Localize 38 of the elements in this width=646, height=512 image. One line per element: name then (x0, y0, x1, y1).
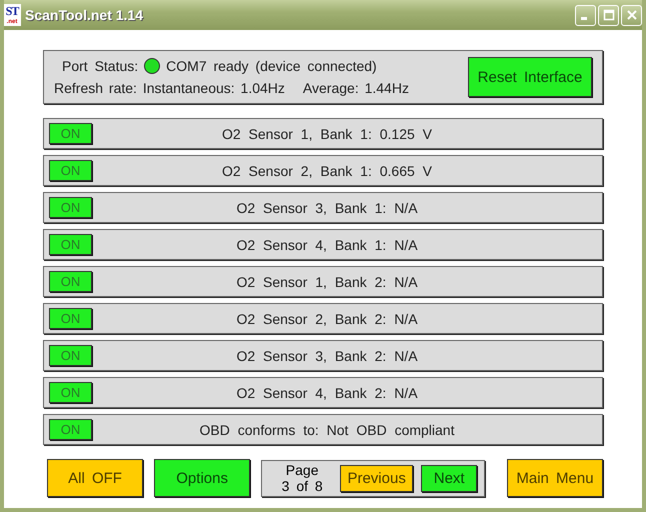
minimize-icon (580, 16, 586, 20)
close-button[interactable] (621, 4, 642, 26)
sensor-reading: O2 Sensor 1, Bank 1: 0.125 V (220, 126, 433, 142)
toggle-button[interactable]: ON (49, 160, 92, 181)
all-off-button[interactable]: All OFF (47, 459, 144, 497)
window-title: ScanTool.net 1.14 (25, 7, 144, 23)
maximize-icon (602, 9, 614, 21)
sensor-reading: O2 Sensor 3, Bank 2: N/A (235, 348, 419, 364)
toggle-button[interactable]: ON (49, 419, 92, 440)
sensor-reading: O2 Sensor 4, Bank 1: N/A (235, 236, 419, 252)
close-icon (626, 9, 638, 21)
next-button[interactable]: Next (421, 464, 478, 492)
toggle-button[interactable]: ON (49, 308, 92, 329)
toggle-button[interactable]: ON (49, 197, 92, 218)
minimize-button[interactable] (575, 4, 596, 26)
page-count: 3 of 8 (282, 478, 323, 494)
toggle-button[interactable]: ON (49, 271, 92, 292)
sensor-reading: O2 Sensor 1, Bank 2: N/A (235, 274, 419, 290)
port-status-message: COM7 ready (device connected) (166, 58, 377, 74)
toggle-button[interactable]: ON (49, 123, 92, 144)
logo-text: ST (6, 4, 18, 19)
main-menu-button[interactable]: Main Menu (506, 459, 604, 497)
maximize-button[interactable] (598, 4, 619, 26)
average-rate-text: Average: 1.44Hz (302, 80, 409, 96)
sensor-reading: OBD conforms to: Not OBD compliant (198, 422, 456, 438)
sensor-reading: O2 Sensor 3, Bank 1: N/A (235, 200, 419, 216)
sensor-reading: O2 Sensor 2, Bank 2: N/A (235, 310, 419, 326)
reset-interface-button[interactable]: Reset Interface (468, 57, 592, 97)
toggle-button[interactable]: ON (49, 382, 92, 403)
previous-button[interactable]: Previous (340, 464, 414, 492)
toggle-button[interactable]: ON (49, 234, 92, 255)
toggle-button[interactable]: ON (49, 345, 92, 366)
page-label: Page (286, 462, 318, 478)
sensor-reading: O2 Sensor 2, Bank 1: 0.665 V (220, 162, 433, 178)
refresh-rate-text: Refresh rate: Instantaneous: 1.04Hz (54, 80, 285, 96)
options-button[interactable]: Options (154, 459, 250, 497)
sensor-reading: O2 Sensor 4, Bank 2: N/A (235, 384, 419, 400)
port-status-label: Port Status: (62, 58, 138, 74)
